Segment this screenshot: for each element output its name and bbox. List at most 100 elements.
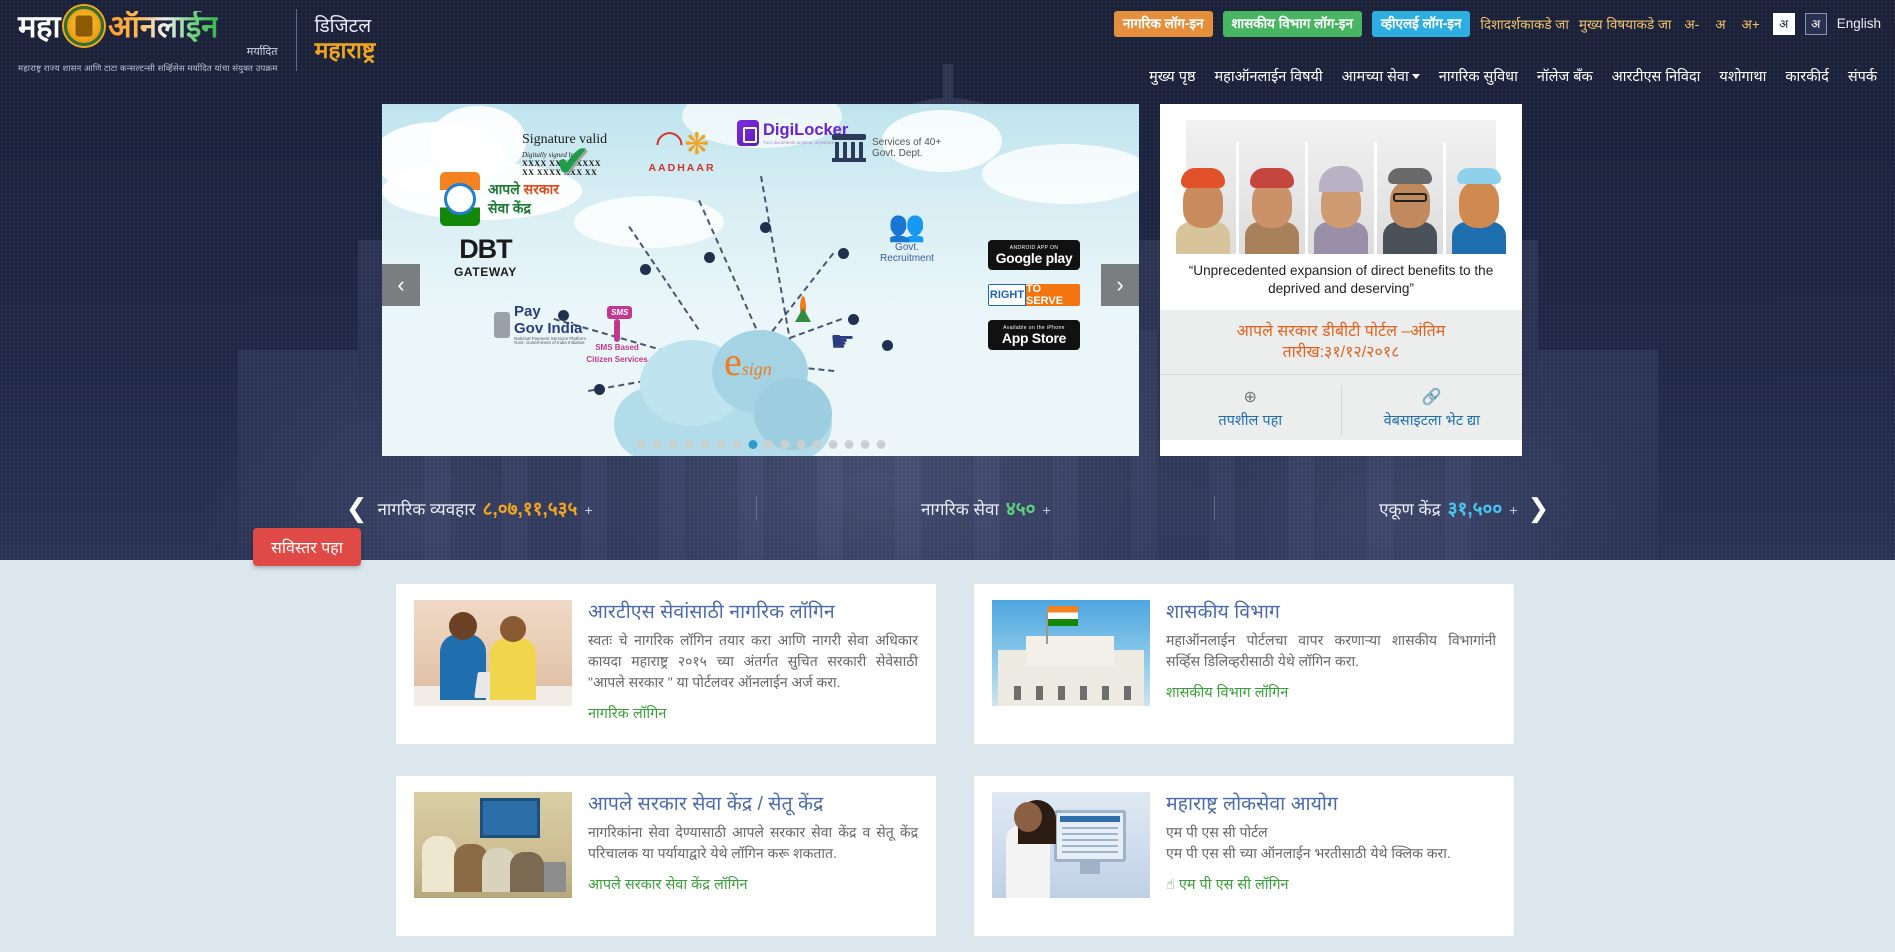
card-description: एम पी एस सी पोर्टल एम पी एस सी च्या ऑनलाई… (1166, 824, 1451, 862)
vle-login-button[interactable]: व्हीएलई लॉग-इन (1371, 11, 1471, 37)
card-login-label: एम पी एस सी लॉगिन (1178, 877, 1289, 894)
language-english-link[interactable]: English (1837, 16, 1881, 31)
card-login-link[interactable]: शासकीय विभाग लॉगिन (1166, 682, 1288, 702)
font-decrease-button[interactable]: अ- (1681, 15, 1702, 33)
carousel-dot[interactable] (716, 440, 725, 449)
maharashtra-emblem-icon (64, 6, 105, 46)
font-increase-button[interactable]: अ+ (1739, 15, 1763, 33)
portrait-savitribai-phule (1312, 162, 1370, 254)
login-card[interactable]: महाराष्ट्र लोकसेवा आयोग एम पी एस सी पोर्ट… (974, 776, 1514, 936)
visit-website-action[interactable]: 🔗 वेबसाइटला भेट द्या (1342, 381, 1523, 440)
google-play-badge[interactable]: ANDROID APP ON Google play (988, 240, 1080, 270)
dbt-portal-deadline-banner: आपले सरकार डीबीटी पोर्टल –अंतिम तारीख:३१… (1160, 309, 1522, 374)
language-marathi-button[interactable]: अ (1772, 12, 1795, 35)
nav-item-citizen-facility[interactable]: नागरिक सुविधा (1439, 66, 1518, 86)
card-login-label: शासकीय विभाग लॉगिन (1166, 685, 1289, 702)
nav-item-rts-tender[interactable]: आरटीएस निविदा (1612, 66, 1701, 86)
network-node (760, 222, 771, 233)
card-login-link[interactable]: ☝ एम पी एस सी लॉगिन (1166, 874, 1289, 894)
dbt-banner-line-2: तारीख:३१/१२/२०१८ (1282, 344, 1400, 362)
font-normal-button[interactable]: अ (1712, 15, 1728, 33)
card-title: आपले सरकार सेवा केंद्र / सेतू केंद्र (588, 793, 824, 815)
carousel-dot[interactable] (812, 440, 821, 449)
login-card[interactable]: आपले सरकार सेवा केंद्र / सेतू केंद्र नागर… (396, 776, 936, 936)
login-card[interactable]: शासकीय विभाग महाऑनलाईन पोर्टलचा वापर करणा… (974, 584, 1514, 744)
nav-item-home[interactable]: मुख्य पृष्ठ (1149, 66, 1195, 86)
mobile-phone-icon: SMS (607, 306, 633, 342)
apple-app-store-badge[interactable]: Available on the iPhone App Store (988, 320, 1080, 350)
nav-item-contact[interactable]: संपर्क (1848, 66, 1877, 86)
click-cursor-icon: ☛ (830, 326, 856, 357)
app-store-main-text: App Store (1001, 329, 1067, 346)
carousel-dot[interactable] (764, 440, 773, 449)
esign-sign-text: sign (741, 359, 772, 379)
dbt-main-text: DBT (459, 234, 512, 264)
sms-line-2: Citizen Services (586, 355, 648, 364)
dbt-gateway-logo: DBT GATEWAY (454, 234, 517, 279)
login-cards-grid: आरटीएस सेवांसाठी नागरिक लॉगिन स्वतः चे ना… (396, 584, 1514, 936)
stat-plus: + (584, 502, 593, 518)
skip-to-navigation-link[interactable]: दिशादर्शकाकडे जा (1480, 15, 1568, 33)
card-description: महाऑनलाईन पोर्टलचा वापर करणाऱ्या शासकीय … (1166, 632, 1496, 670)
carousel-dot[interactable] (780, 440, 789, 449)
carousel-dot[interactable] (860, 440, 869, 449)
stat-item: नागरिक व्यवहार ८,०७,११,५३५ + (378, 495, 593, 521)
stat-divider (756, 496, 758, 520)
logo-maha-text: महा (18, 8, 61, 44)
sms-line-1: SMS Based (595, 343, 639, 352)
recruitment-label: Govt. Recruitment (880, 242, 934, 264)
carousel-dot[interactable] (732, 440, 741, 449)
sms-bubble-label: SMS (607, 306, 633, 319)
carousel-dot[interactable] (636, 440, 645, 449)
department-login-button[interactable]: शासकीय विभाग लॉग-इन (1222, 11, 1362, 37)
carousel-dot[interactable] (876, 440, 885, 449)
login-card[interactable]: आरटीएस सेवांसाठी नागरिक लॉगिन स्वतः चे ना… (396, 584, 936, 744)
stat-divider (1214, 496, 1216, 520)
panel-quote-text: “Unprecedented expansion of direct benef… (1188, 263, 1494, 296)
carousel-dot[interactable] (652, 440, 661, 449)
portrait-vasantrao-naik (1450, 162, 1508, 254)
language-alt-button[interactable]: अ (1804, 12, 1827, 35)
statistics-items: नागरिक व्यवहार ८,०७,११,५३५ + नागरिक सेवा ४५०… (378, 495, 1518, 521)
card-body: आरटीएस सेवांसाठी नागरिक लॉगिन स्वतः चे ना… (588, 600, 918, 728)
carousel-next-button[interactable]: › (1101, 264, 1139, 306)
carousel-dot[interactable] (844, 440, 853, 449)
card-description: नागरिकांना सेवा देण्यासाठी आपले सरकार से… (588, 824, 918, 862)
digital-line-1: डिजिटल (314, 16, 372, 38)
to-serve-label: TO SERVE (1026, 284, 1080, 306)
nav-item-services[interactable]: आमच्या सेवा (1342, 66, 1420, 86)
carousel-dots[interactable] (636, 440, 885, 449)
link-icon: 🔗 (1421, 388, 1442, 406)
visit-website-label: वेबसाइटला भेट द्या (1383, 412, 1480, 429)
stats-prev-button[interactable]: ❮ (336, 493, 378, 524)
nav-item-success-stories[interactable]: यशोगाथा (1719, 66, 1766, 86)
carousel-dot[interactable] (796, 440, 805, 449)
nav-item-career[interactable]: कारकीर्द (1785, 66, 1828, 86)
stats-next-button[interactable]: ❯ (1518, 493, 1560, 524)
skip-to-content-link[interactable]: मुख्य विषयाकडे जा (1579, 15, 1672, 33)
google-play-main-text: Google play (995, 249, 1073, 266)
carousel-dot[interactable] (668, 440, 677, 449)
logo-maryadit-text: मर्यादित (246, 46, 278, 58)
view-details-cta-button[interactable]: सविस्तर पहा (253, 528, 361, 566)
paygov-india-logo: Pay Gov India National Payment Services … (494, 304, 586, 346)
carousel-dot[interactable] (684, 440, 693, 449)
card-login-link[interactable]: आपले सरकार सेवा केंद्र लॉगिन (588, 874, 748, 894)
carousel-dot[interactable] (828, 440, 837, 449)
view-details-action[interactable]: ⊕ तपशील पहा (1160, 381, 1341, 440)
green-checkmark-icon: ✔ (554, 136, 591, 187)
card-login-link[interactable]: नागरिक लॉगिन (588, 703, 666, 723)
aadhaar-logo: ◠❋ AADHAAR (637, 126, 727, 174)
nav-item-knowledge-bank[interactable]: नॉलेज बँक (1537, 66, 1593, 86)
portrait-faces (1174, 130, 1508, 254)
aaple-sarkar-seva-kendra-logo: आपले सरकार सेवा केंद्र (440, 172, 559, 226)
stat-label: नागरिक व्यवहार (377, 500, 476, 519)
citizen-login-button[interactable]: नागरिक लॉग-इन (1113, 11, 1213, 37)
site-logo[interactable]: महा ऑनलाईन मर्यादित महाराष्ट्र राज्य शास… (18, 6, 375, 74)
plus-circle-icon: ⊕ (1243, 388, 1257, 406)
carousel-prev-button[interactable]: ‹ (382, 264, 420, 306)
hero-carousel[interactable]: Signature valid Digitally signed by XXXX… (382, 104, 1139, 456)
carousel-dot[interactable] (748, 440, 757, 449)
nav-item-about[interactable]: महाऑनलाईन विषयी (1215, 66, 1323, 86)
carousel-dot[interactable] (700, 440, 709, 449)
